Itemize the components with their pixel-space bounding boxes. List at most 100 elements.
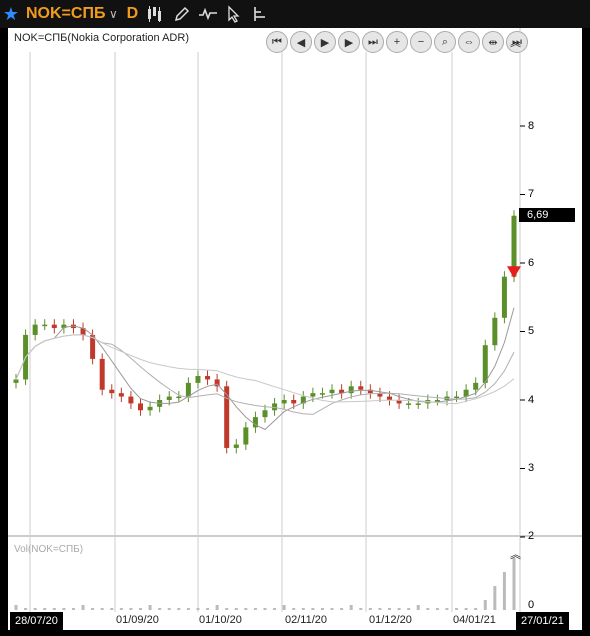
chart-canvas[interactable] [8,28,582,612]
candle-body [501,276,507,318]
favorite-star-icon[interactable]: ★ [0,4,22,25]
candle-body [281,400,287,404]
candle-body [358,386,364,390]
volume-bar [378,608,382,610]
volume-bar [330,608,334,610]
volume-bar [474,608,478,610]
volume-bar [416,605,420,610]
volume-bar [464,608,468,610]
scroll-right-button[interactable]: ▶ [314,31,336,53]
candle-body [128,396,134,404]
chart-pane[interactable]: NOK=СПБ(Nokia Corporation ADR) ⏮ ◀ ▶ ▶ ⏭… [8,28,582,630]
fit-horizontal-button[interactable]: ⇔ [458,31,480,53]
volume-bar [110,608,114,610]
period-selector[interactable]: D [121,5,143,23]
scroll-end-button[interactable]: ⏭ [362,31,384,53]
candle-body [387,396,392,400]
candle-body [51,324,57,329]
volume-bar [196,608,200,610]
y-tick-label: 2 [528,530,535,542]
candle-body [166,396,172,400]
candle-body [492,317,498,346]
volume-bar [52,608,56,610]
volume-bar [14,605,18,610]
candle-body [109,389,115,394]
x-axis-label: 01/09/20 [116,614,159,626]
volume-bar [129,608,133,610]
y-tick-label: 7 [528,188,535,200]
indicator-icon[interactable] [195,3,221,25]
volume-bar [292,608,296,610]
volume-bar [407,608,411,610]
scroll-right-fast-button[interactable]: ▶ [338,31,360,53]
x-axis-end-tag: 27/01/21 [516,612,569,630]
x-axis: 28/07/20 01/09/20 01/10/20 02/11/20 01/1… [8,612,582,630]
volume-bar [359,608,363,610]
volume-bar [397,608,401,610]
volume-bar [62,608,66,610]
candle-body [454,396,460,399]
candle-body [262,410,268,418]
y-tick-label: 5 [528,325,535,337]
scroll-left-button[interactable]: ◀ [290,31,312,53]
zoom-out-button[interactable]: − [410,31,432,53]
candle-body [176,396,182,399]
candle-body [473,382,479,390]
volume-bar [512,558,516,610]
candle-body [32,324,38,335]
candle-body [185,382,191,397]
volume-bar [388,608,391,610]
chart-title: NOK=СПБ(Nokia Corporation ADR) [14,32,189,44]
candle-body [329,389,335,394]
fit-vertical-button[interactable]: ⇹ [482,31,504,53]
volume-bar [71,608,75,610]
volume-bar [426,608,430,610]
volume-bar [215,605,219,610]
volume-bar [33,608,37,610]
symbol-dropdown-icon[interactable]: ∨ [105,7,121,21]
x-axis-label: 04/01/21 [453,614,496,626]
candle-body [138,403,143,411]
candle-body [243,427,249,445]
collapse-volume-icon[interactable]: ︽ [510,546,521,562]
volume-y-tick-label: 0 [528,599,535,611]
y-tick-label: 8 [528,120,535,132]
x-axis-label: 01/12/20 [369,614,412,626]
x-axis-label: 01/10/20 [199,614,242,626]
candle-body [214,379,220,387]
layout-icon[interactable] [247,3,273,25]
volume-bar [493,586,497,610]
y-tick-label: 6 [528,257,535,269]
candle-body [13,379,19,383]
candle-body [224,386,230,448]
volume-bar [311,608,315,610]
toolbar: ★ NOK=СПБ ∨ D [0,0,590,28]
candlestick-chart-icon[interactable] [143,3,169,25]
scroll-start-button[interactable]: ⏮ [266,31,288,53]
volume-bar [320,608,324,610]
pencil-icon[interactable] [169,3,195,25]
candle-body [319,393,325,395]
candle-body [434,400,440,402]
symbol-label[interactable]: NOK=СПБ [26,5,105,23]
candle-body [348,386,354,394]
volume-bar [368,608,372,610]
cursor-icon[interactable] [221,3,247,25]
volume-bar [282,605,286,610]
y-tick-label: 4 [528,394,535,406]
signal-arrow-icon [507,266,521,279]
volume-bar [349,605,353,610]
collapse-chart-icon[interactable]: ︽ [510,34,521,50]
volume-bar [273,608,277,610]
volume-bar [186,608,190,610]
volume-bar [263,608,267,610]
candle-body [195,376,201,383]
volume-bar [483,600,487,610]
volume-bar [435,608,439,610]
last-price-badge: 6,69 [519,208,575,222]
zoom-in-button[interactable]: + [386,31,408,53]
x-axis-label: 02/11/20 [285,614,328,626]
candle-body [99,358,105,390]
zoom-area-button[interactable]: ⌕ [434,31,456,53]
x-axis-start-tag: 28/07/20 [10,612,63,630]
